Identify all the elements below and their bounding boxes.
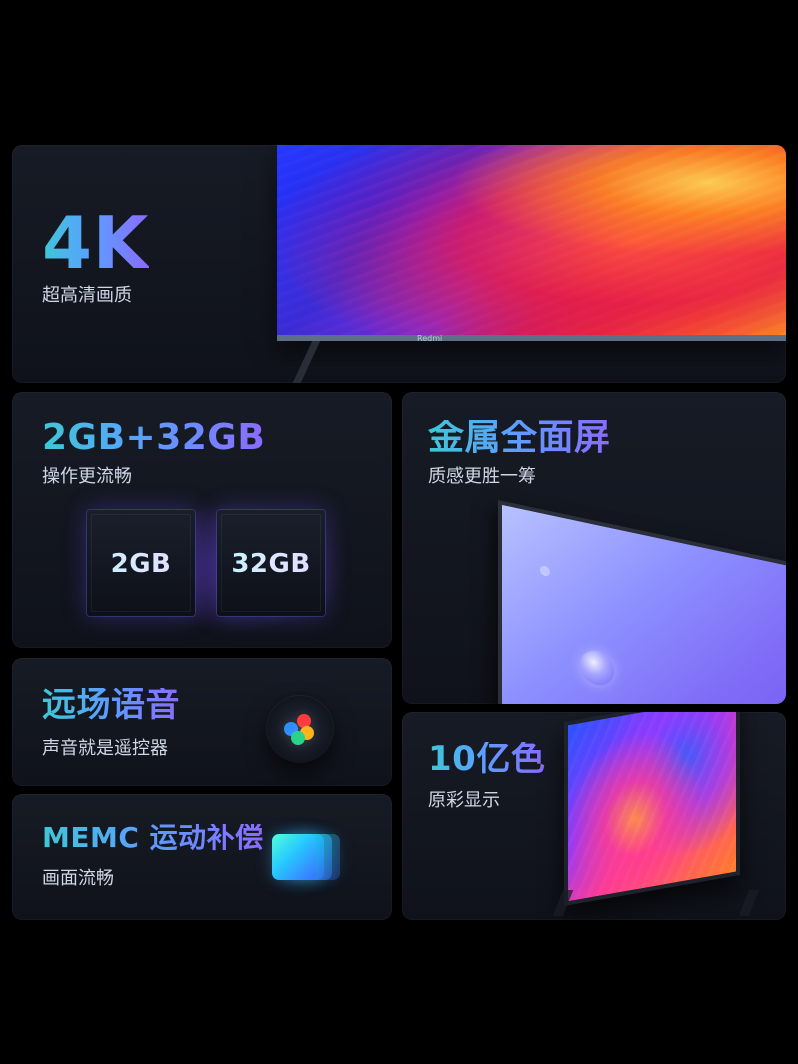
chip-label: 32GB — [217, 549, 325, 579]
tv-stand — [552, 890, 760, 916]
feature-title: 4K — [42, 201, 149, 285]
feature-title: 10亿色 — [428, 739, 546, 779]
voice-assistant-icon — [267, 696, 333, 762]
feature-subtitle: 质感更胜一筹 — [428, 466, 536, 487]
feature-title: 2GB+32GB — [42, 417, 266, 458]
feature-card-4k: 4K 超高清画质 Redmi — [12, 145, 786, 383]
feature-card-metal-screen: 金属全面屏 质感更胜一筹 — [402, 392, 786, 704]
chip-label: 2GB — [87, 549, 195, 579]
tv-color-image — [564, 712, 740, 906]
feature-title: 金属全面屏 — [428, 417, 611, 458]
voice-dot-green — [291, 731, 305, 745]
feature-card-memc: MEMC 运动补偿 画面流畅 — [12, 794, 392, 920]
memory-chip: 32GB — [217, 510, 325, 616]
feature-title: MEMC 运动补偿 — [42, 821, 264, 854]
tv-edge-image — [498, 500, 786, 704]
feature-subtitle: 画面流畅 — [42, 868, 114, 889]
feature-subtitle: 超高清画质 — [42, 285, 132, 306]
feature-title: 远场语音 — [42, 685, 180, 725]
feature-card-voice: 远场语音 声音就是遥控器 — [12, 658, 392, 786]
tv-stand — [291, 341, 381, 383]
feature-subtitle: 操作更流畅 — [42, 466, 132, 487]
feature-card-color: 10亿色 原彩显示 — [402, 712, 786, 920]
feature-card-memory: 2GB+32GB 操作更流畅 2GB 32GB — [12, 392, 392, 648]
stacked-frames-icon — [272, 834, 340, 880]
feature-subtitle: 原彩显示 — [428, 790, 500, 811]
frame-layer — [272, 834, 316, 880]
tv-screen-image — [277, 145, 786, 341]
feature-subtitle: 声音就是遥控器 — [42, 738, 168, 759]
tv-brand-logo: Redmi — [417, 334, 443, 343]
memory-chip: 2GB — [87, 510, 195, 616]
